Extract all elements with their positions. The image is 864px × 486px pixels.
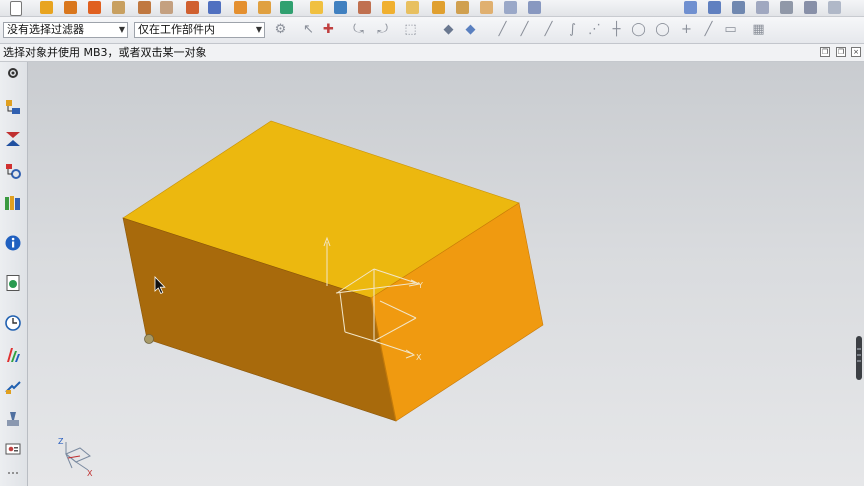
studio-surface-icon[interactable]	[732, 1, 745, 14]
new-file-icon[interactable]	[10, 1, 22, 16]
subtract-icon[interactable]	[334, 1, 347, 14]
feature-selection-icon[interactable]: ↖	[300, 22, 317, 38]
snap-tangent-icon[interactable]: ◯	[630, 22, 647, 38]
pocket-feature-icon[interactable]	[208, 1, 221, 14]
scope-filter-dropdown[interactable]: 仅在工作部件内 ▼	[134, 22, 265, 38]
snap-midpoint-icon[interactable]: ╱	[516, 22, 533, 38]
viewport-scroll-handle[interactable]	[856, 336, 862, 380]
snap-on-face-icon[interactable]: ▭	[722, 22, 739, 38]
surface-blend-icon[interactable]	[828, 1, 841, 14]
snap-control-icon[interactable]: ╱	[540, 22, 557, 38]
block-feature-icon[interactable]	[40, 1, 53, 14]
settings-icon[interactable]	[4, 64, 22, 82]
cylinder-feature-icon[interactable]	[64, 1, 77, 14]
face-select-icon[interactable]: ◆	[440, 22, 457, 38]
more-dots-icon	[8, 472, 18, 474]
stop-at-intersection-icon[interactable]: ⤾	[374, 22, 391, 38]
status-bar: 选择对象并使用 MB3，或者双击某一对象 ❐ ❐ ×	[0, 44, 864, 62]
type-filter-dropdown[interactable]: 没有选择过滤器 ▼	[3, 22, 128, 38]
split-body-icon[interactable]	[406, 1, 419, 14]
slot-feature-icon[interactable]	[234, 1, 247, 14]
body-select-icon[interactable]: ◆	[462, 22, 479, 38]
selection-toolbar: 没有选择过滤器 ▼ 仅在工作部件内 ▼ ⚙ ↖ ✚ ⤿ ⤾ ⬚ ◆ ◆ ╱ ╱ …	[0, 17, 864, 44]
snap-quadrant-icon[interactable]: ┼	[608, 22, 625, 38]
scope-filter-value: 仅在工作部件内	[138, 23, 215, 36]
view-triad-icon	[65, 442, 91, 471]
general-selection-icon[interactable]: ⚙	[272, 22, 289, 38]
chevron-down-icon: ▼	[118, 25, 125, 34]
info-icon[interactable]	[4, 234, 22, 252]
edge-blend-icon[interactable]	[432, 1, 445, 14]
manufacturing-icon[interactable]	[4, 410, 22, 428]
draft-icon[interactable]	[480, 1, 493, 14]
web-browser-icon[interactable]	[4, 274, 22, 292]
unite-icon[interactable]	[310, 1, 323, 14]
boss-feature-icon[interactable]	[138, 1, 151, 14]
sew-icon[interactable]	[780, 1, 793, 14]
snap-on-curve-icon[interactable]: ╱	[700, 22, 717, 38]
datum-point[interactable]	[144, 334, 154, 344]
snap-bounded-grid-icon[interactable]: ▦	[750, 22, 767, 38]
hole-feature-icon[interactable]	[160, 1, 173, 14]
wcs-x-label: X	[416, 353, 422, 362]
view-triad-z-label: Z	[58, 437, 64, 446]
pad-feature-icon[interactable]	[186, 1, 199, 14]
reuse-library-icon[interactable]	[4, 194, 22, 212]
history-icon[interactable]	[4, 314, 22, 332]
visualization-icon[interactable]	[4, 346, 22, 364]
constraint-navigator-icon[interactable]	[4, 130, 22, 148]
roles-icon[interactable]	[4, 440, 22, 458]
assembly-navigator-icon[interactable]	[4, 98, 22, 116]
wcs-y-label: Y	[417, 281, 423, 290]
snap-arc-center-icon[interactable]: ⋰	[586, 22, 603, 38]
snap-intersection-icon[interactable]: ∫	[564, 22, 581, 38]
chevron-down-icon: ▼	[255, 25, 262, 34]
type-filter-value: 没有选择过滤器	[7, 23, 84, 36]
close-window-icon[interactable]: ×	[851, 47, 861, 57]
resource-bar	[0, 62, 28, 486]
cone-feature-icon[interactable]	[88, 1, 101, 14]
snap-circle-icon[interactable]: ◯	[654, 22, 671, 38]
model-scene[interactable]: Y X Z X	[28, 62, 864, 486]
part-navigator-icon[interactable]	[4, 162, 22, 180]
snap-point-icon[interactable]: +	[678, 22, 695, 38]
sphere-feature-icon[interactable]	[112, 1, 125, 14]
offset-face-icon[interactable]	[528, 1, 541, 14]
trim-body-icon[interactable]	[382, 1, 395, 14]
snap-endpoint-icon[interactable]: ╱	[494, 22, 511, 38]
chamfer-icon[interactable]	[456, 1, 469, 14]
shell-icon[interactable]	[504, 1, 517, 14]
patch-icon[interactable]	[804, 1, 817, 14]
surface-grid-icon[interactable]	[684, 1, 697, 14]
view-triad-x-label: X	[87, 469, 93, 478]
feature-toolbar	[0, 0, 864, 17]
restore-window-icon[interactable]: ❐	[820, 47, 830, 57]
through-curves-icon[interactable]	[708, 1, 721, 14]
groove-feature-icon[interactable]	[258, 1, 271, 14]
bounded-plane-icon[interactable]	[756, 1, 769, 14]
selection-intent-icon[interactable]: ✚	[320, 22, 337, 38]
intersect-icon[interactable]	[358, 1, 371, 14]
restore-window-icon[interactable]: ❐	[836, 47, 846, 57]
graphics-viewport[interactable]: Y X Z X	[28, 62, 864, 486]
rectangle-select-icon[interactable]: ⬚	[402, 22, 419, 38]
status-prompt: 选择对象并使用 MB3，或者双击某一对象	[3, 46, 207, 59]
pattern-feature-icon[interactable]	[280, 1, 293, 14]
process-studio-icon[interactable]	[4, 378, 22, 396]
curve-rule-icon[interactable]: ⤿	[350, 22, 367, 38]
